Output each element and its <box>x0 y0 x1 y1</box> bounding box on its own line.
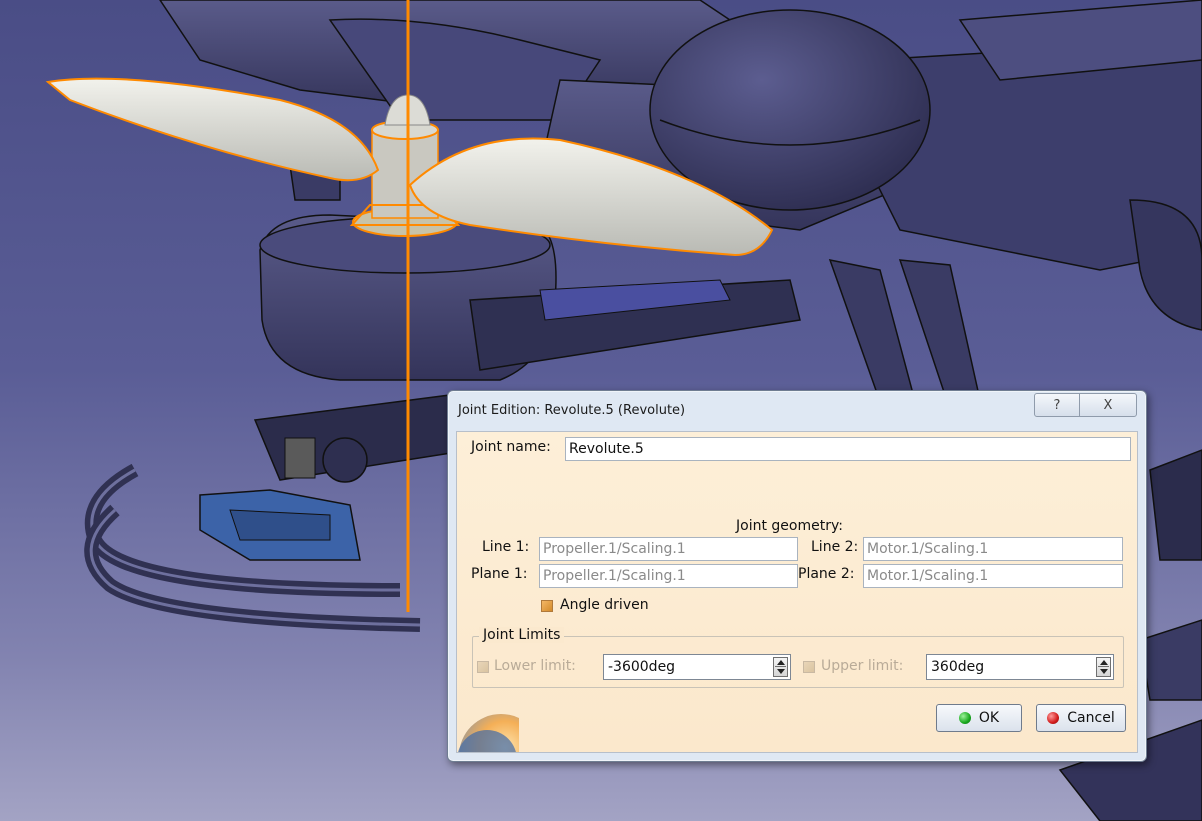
joint-limits-legend: Joint Limits <box>479 627 565 643</box>
cancel-button[interactable]: Cancel <box>1036 704 1126 732</box>
line2-label: Line 2: <box>811 539 859 555</box>
joint-name-label: Joint name: <box>471 439 551 455</box>
lower-limit-checkbox[interactable] <box>477 661 489 673</box>
joint-name-input[interactable]: Revolute.5 <box>565 437 1131 461</box>
lower-limit-spin-arrows-icon[interactable] <box>773 657 788 677</box>
dialog-titlebar[interactable]: Joint Edition: Revolute.5 (Revolute) ? X <box>448 391 1146 427</box>
close-icon: X <box>1103 397 1113 413</box>
ok-icon <box>958 712 971 724</box>
lower-limit-label: Lower limit: <box>494 658 576 674</box>
plane2-field[interactable]: Motor.1/Scaling.1 <box>863 564 1123 588</box>
cancel-icon <box>1047 712 1060 724</box>
joint-geometry-heading: Joint geometry: <box>736 518 843 534</box>
line2-field[interactable]: Motor.1/Scaling.1 <box>863 537 1123 561</box>
upper-limit-checkbox[interactable] <box>803 661 815 673</box>
line1-label: Line 1: <box>482 539 530 555</box>
joint-edition-dialog: Joint Edition: Revolute.5 (Revolute) ? X… <box>447 390 1147 762</box>
ok-label: OK <box>978 710 1000 726</box>
upper-limit-label: Upper limit: <box>821 658 904 674</box>
angle-driven-label: Angle driven <box>560 597 649 613</box>
upper-limit-value: 360deg <box>931 659 985 675</box>
dialog-title: Joint Edition: Revolute.5 (Revolute) <box>458 403 686 418</box>
help-button[interactable]: ? <box>1034 393 1080 417</box>
plane1-label: Plane 1: <box>471 566 528 582</box>
close-button[interactable]: X <box>1079 393 1137 417</box>
dialog-client-area: Joint name: Revolute.5 Joint geometry: L… <box>456 431 1138 753</box>
upper-limit-spinner[interactable]: 360deg <box>926 654 1114 680</box>
ok-button[interactable]: OK <box>936 704 1022 732</box>
plane1-field[interactable]: Propeller.1/Scaling.1 <box>539 564 798 588</box>
angle-driven-checkbox[interactable] <box>541 600 553 612</box>
line1-field[interactable]: Propeller.1/Scaling.1 <box>539 537 798 561</box>
help-icon: ? <box>1053 397 1061 413</box>
cancel-label: Cancel <box>1067 710 1115 726</box>
app-globe-icon <box>458 714 519 752</box>
lower-limit-value: -3600deg <box>608 659 676 675</box>
lower-limit-spinner[interactable]: -3600deg <box>603 654 791 680</box>
upper-limit-spin-arrows-icon[interactable] <box>1096 657 1111 677</box>
plane2-label: Plane 2: <box>798 566 855 582</box>
